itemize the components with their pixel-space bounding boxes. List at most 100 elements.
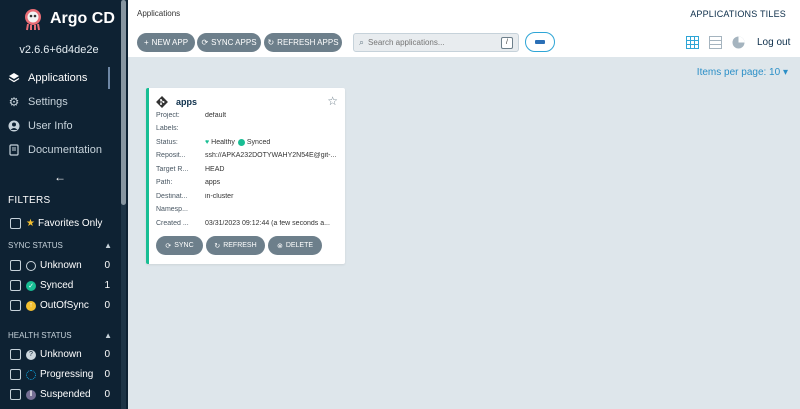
items-per-page-dropdown[interactable]: Items per page: 10 ▾: [697, 67, 788, 78]
refresh-icon: ↻: [267, 38, 275, 47]
button-label: REFRESH APPS: [277, 38, 339, 47]
filter-sync-synced[interactable]: ✓ Synced 1: [10, 280, 110, 291]
keyboard-shortcut-key: /: [501, 36, 513, 49]
field-path: Path: apps: [156, 179, 344, 186]
checkbox[interactable]: [10, 300, 21, 311]
button-label: SYNC: [174, 242, 194, 249]
sidebar-scrollbar[interactable]: [121, 0, 126, 409]
new-app-button[interactable]: + NEW APP: [137, 33, 195, 52]
favorites-only-filter[interactable]: ★ Favorites Only: [10, 218, 102, 229]
filter-count: 0: [104, 369, 110, 380]
version-label: v2.6.6+6d4de2e: [19, 44, 99, 56]
field-label: Project:: [156, 112, 180, 119]
app-name: apps: [176, 97, 198, 107]
collapse-caret-icon[interactable]: ▲: [104, 331, 112, 340]
plus-icon: +: [143, 38, 149, 47]
search-icon: ⌕: [359, 37, 365, 47]
field-value: [205, 125, 342, 132]
filters-title: FILTERS: [8, 195, 51, 206]
summary-view-icon[interactable]: [732, 36, 745, 49]
filter-label: Progressing: [40, 369, 94, 380]
refresh-icon: ↻: [214, 242, 221, 250]
nav-user-info[interactable]: User Info: [8, 116, 73, 136]
filter-health-unknown[interactable]: ? Unknown 0: [10, 349, 110, 360]
field-value: apps: [205, 179, 221, 186]
checkbox[interactable]: [10, 280, 21, 291]
search-box[interactable]: ⌕ /: [353, 33, 519, 52]
field-labels: Labels:: [156, 125, 344, 132]
status-value: ♥ Healthy Synced: [205, 139, 342, 146]
button-label: NEW APP: [151, 38, 189, 47]
refresh-apps-button[interactable]: ↻ REFRESH APPS: [264, 33, 342, 52]
app-tile[interactable]: apps ☆ Project: default Labels: Status: ♥…: [146, 88, 345, 264]
caret-down-icon: ▾: [782, 67, 788, 78]
favorites-label: Favorites Only: [37, 218, 103, 229]
search-input[interactable]: [368, 38, 499, 47]
star-outline-icon[interactable]: ☆: [327, 94, 338, 108]
refresh-button[interactable]: ↻ REFRESH: [206, 236, 265, 255]
brand[interactable]: Argo CD: [22, 6, 115, 32]
scrollbar-thumb[interactable]: [121, 0, 126, 205]
spinner-icon: [26, 369, 36, 380]
button-label: SYNC APPS: [211, 38, 257, 47]
field-value: HEAD: [205, 166, 225, 173]
collapse-caret-icon[interactable]: ▲: [104, 241, 112, 250]
field-value: ssh://APKA232DOTYWAHY2N54E@git-...: [205, 152, 337, 159]
field-label: Reposit...: [156, 152, 186, 159]
checkbox[interactable]: [10, 389, 21, 400]
filter-health-progressing[interactable]: Progressing 0: [10, 369, 110, 380]
layers-icon: [8, 72, 20, 84]
breadcrumb[interactable]: Applications: [137, 9, 180, 18]
health-status-header[interactable]: HEALTH STATUS ▲: [8, 331, 112, 340]
filter-sync-unknown[interactable]: Unknown 0: [10, 260, 110, 271]
tiles-view-icon[interactable]: [686, 36, 699, 49]
nav-settings[interactable]: ⚙ Settings: [8, 92, 68, 112]
field-value: default: [205, 112, 227, 119]
sync-icon: ⟳: [201, 38, 209, 47]
list-view-icon[interactable]: [709, 36, 722, 49]
field-label: Destinat...: [156, 193, 188, 200]
filter-label: Suspended: [40, 389, 91, 400]
sync-apps-button[interactable]: ⟳ SYNC APPS: [197, 33, 261, 52]
nav-documentation[interactable]: Documentation: [8, 140, 102, 160]
checkbox[interactable]: [10, 260, 21, 271]
nav-applications[interactable]: Applications: [8, 68, 87, 88]
filter-count: 0: [104, 260, 110, 271]
field-project: Project: default: [156, 112, 344, 119]
delete-button[interactable]: ⊗ DELETE: [268, 236, 322, 255]
items-per-page-label: Items per page: 10: [696, 67, 781, 78]
book-icon: [8, 144, 20, 156]
sync-status-header[interactable]: SYNC STATUS ▲: [8, 241, 112, 250]
git-icon: [156, 96, 168, 108]
star-icon: ★: [26, 218, 35, 229]
nav-label: Settings: [28, 96, 68, 108]
user-icon: [8, 120, 20, 132]
field-status: Status: ♥ Healthy Synced: [156, 139, 344, 146]
sync-button[interactable]: ⟳ SYNC: [156, 236, 203, 255]
favorites-checkbox[interactable]: [10, 218, 21, 229]
question-circle-icon: ?: [26, 349, 36, 360]
filter-sync-outofsync[interactable]: ↑ OutOfSync 0: [10, 300, 110, 311]
gears-icon: ⚙: [8, 95, 20, 109]
button-label: REFRESH: [223, 242, 257, 249]
field-value: [205, 206, 342, 213]
checkbox[interactable]: [10, 369, 21, 380]
filter-label: Synced: [40, 280, 74, 291]
filter-count: 0: [104, 389, 110, 400]
field-label: Created ...: [156, 220, 189, 227]
nav-label: Documentation: [28, 144, 102, 156]
collapse-arrow-icon[interactable]: ←: [54, 170, 66, 184]
filter-count: 0: [104, 300, 110, 311]
filter-health-suspended[interactable]: ‖ Suspended 0: [10, 389, 110, 400]
logout-link[interactable]: Log out: [757, 37, 790, 48]
health-status: Healthy: [211, 139, 235, 146]
checkbox[interactable]: [10, 349, 21, 360]
field-label: Labels:: [156, 125, 179, 132]
nav-label: User Info: [28, 120, 73, 132]
app-tile-title[interactable]: apps: [156, 96, 197, 108]
filter-label: Unknown: [40, 349, 82, 360]
minus-icon: [535, 40, 545, 44]
sync-status: Synced: [246, 139, 271, 146]
filter-toggle-button[interactable]: [525, 32, 555, 52]
filter-count: 0: [104, 349, 110, 360]
